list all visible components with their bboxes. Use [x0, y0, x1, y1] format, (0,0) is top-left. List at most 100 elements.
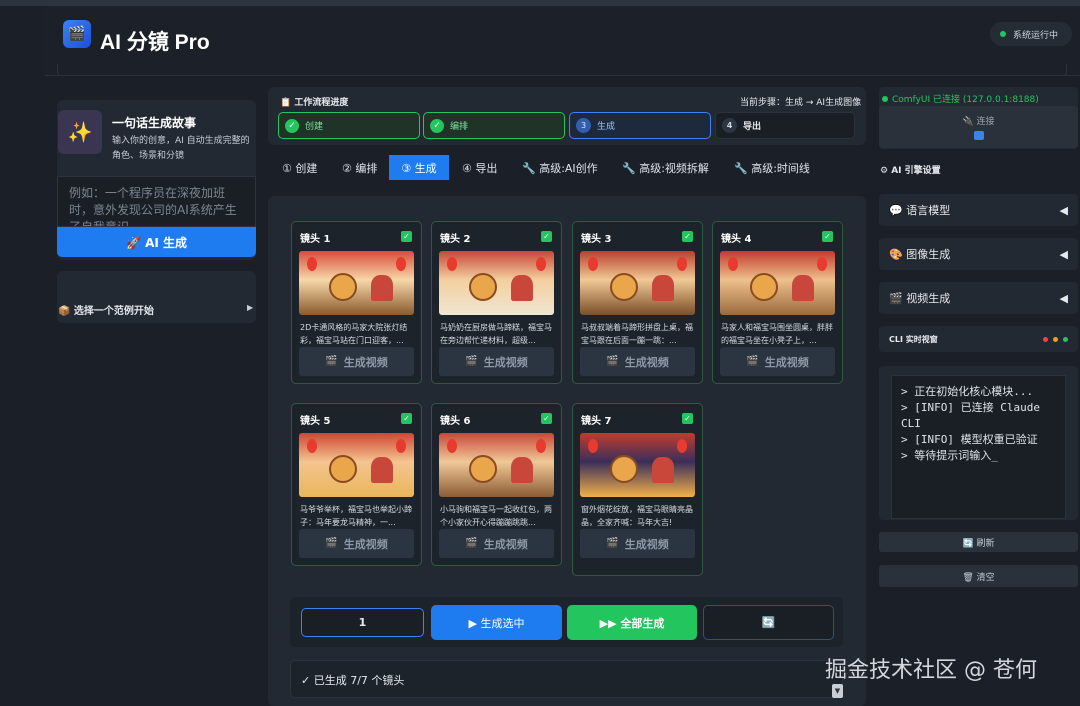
- clapperboard-icon: 🎬: [746, 356, 759, 367]
- engine-language-model[interactable]: 💬 语言模型 ◀: [879, 194, 1078, 226]
- system-status-text: 系统运行中: [1013, 30, 1059, 41]
- clapperboard-icon: 🎬: [325, 538, 338, 549]
- generate-video-button[interactable]: 🎬 生成视频: [580, 529, 695, 558]
- shot-card[interactable]: 镜头 4 ✓ 马家人和福宝马围坐圆桌，胖胖的福宝马坐在小凳子上，... 🎬 生成视频: [712, 221, 843, 384]
- shot-card[interactable]: 镜头 7 ✓ 窗外烟花绽放，福宝马眼睛亮晶晶，全家齐喊：马年大吉! 🎬 生成视频: [572, 403, 703, 576]
- selected-checkbox[interactable]: ✓: [541, 231, 552, 242]
- connect-button[interactable]: 🔌 连接: [879, 106, 1078, 148]
- step-generate[interactable]: 3 生成: [569, 112, 711, 139]
- generate-video-button[interactable]: 🎬 生成视频: [439, 347, 554, 376]
- clapperboard-icon: 🎬: [606, 538, 619, 549]
- step-export[interactable]: 4 导出: [715, 112, 855, 139]
- shot-name: 镜头 4: [721, 234, 752, 245]
- selected-checkbox[interactable]: ✓: [822, 231, 833, 242]
- shot-card[interactable]: 镜头 3 ✓ 马叔叔端着马蹄形拼盘上桌，福宝马跟在后面一蹦一跳：... 🎬 生成视频: [572, 221, 703, 384]
- step-label: 编排: [450, 122, 469, 132]
- chevron-left-icon: ◀: [1059, 203, 1068, 217]
- close-dot-icon: [1043, 336, 1048, 342]
- engine-label: 🎨 图像生成: [889, 248, 951, 261]
- tab-generate[interactable]: ③ 生成: [389, 155, 449, 180]
- shot-card[interactable]: 镜头 6 ✓ 小马驹和福宝马一起收红包，两个小家伙开心得蹦蹦跳跳... 🎬 生成视频: [431, 403, 562, 566]
- selected-checkbox[interactable]: ✓: [682, 413, 693, 424]
- generate-selected-button[interactable]: ▶ 生成选中: [431, 605, 562, 640]
- generate-video-button[interactable]: 🎬 生成视频: [439, 529, 554, 558]
- shot-number-input[interactable]: 1: [301, 608, 424, 637]
- generate-video-button[interactable]: 🎬 生成视频: [299, 529, 414, 558]
- shot-thumbnail[interactable]: [580, 433, 695, 497]
- generate-video-button[interactable]: 🎬 生成视频: [299, 347, 414, 376]
- shot-thumbnail[interactable]: [580, 251, 695, 315]
- window-controls: [1043, 336, 1068, 342]
- refresh-button[interactable]: 🔄: [703, 605, 834, 640]
- chevron-left-icon: ◀: [1059, 291, 1068, 305]
- watermark-text: 掘金技术社区 @ 苍何: [825, 658, 1037, 683]
- generate-video-button[interactable]: 🎬 生成视频: [580, 347, 695, 376]
- sparkles-icon: ✨: [58, 110, 102, 154]
- generate-video-label: 生成视频: [343, 355, 388, 369]
- app-title: AI 分镜 Pro: [100, 31, 210, 54]
- workflow-title: 📋 工作流程进度: [280, 98, 349, 108]
- maximize-dot-icon: [1063, 336, 1068, 342]
- selected-checkbox[interactable]: ✓: [401, 231, 412, 242]
- engine-label: 💬 语言模型: [889, 204, 951, 217]
- selected-checkbox[interactable]: ✓: [682, 231, 693, 242]
- generation-status: ✓ 已生成 7/7 个镜头: [290, 660, 843, 698]
- shot-name: 镜头 6: [440, 416, 471, 427]
- clapperboard-icon: 🎬: [63, 20, 91, 48]
- step-label: 创建: [305, 122, 324, 132]
- tab-ai-creation[interactable]: 🔧 高级:AI创作: [516, 155, 604, 180]
- shot-card[interactable]: 镜头 2 ✓ 马奶奶在厨房做马蹄糕，福宝马在旁边帮忙递材料，超级... 🎬 生成视频: [431, 221, 562, 384]
- step-number: 4: [722, 118, 737, 133]
- selected-checkbox[interactable]: ✓: [541, 413, 552, 424]
- shot-thumbnail[interactable]: [299, 251, 414, 315]
- cli-window-header: CLI 实时视窗: [879, 326, 1078, 352]
- shot-card[interactable]: 镜头 5 ✓ 马爷爷举杯，福宝马也举起小蹄子：马年要龙马精神，一... 🎬 生成视频: [291, 403, 422, 566]
- story-idea-input[interactable]: 例如：一个程序员在深夜加班时，意外发现公司的AI系统产生了自我意识...: [57, 176, 256, 227]
- cli-refresh-button[interactable]: 🔄 刷新: [879, 532, 1078, 552]
- clapperboard-icon: 🎬: [325, 356, 338, 367]
- step-arrange[interactable]: ✓ 编排: [423, 112, 565, 139]
- generate-video-label: 生成视频: [483, 355, 528, 369]
- tab-video-breakdown[interactable]: 🔧 高级:视频拆解: [616, 155, 715, 180]
- shot-description: 2D卡通风格的马家大院张灯结彩，福宝马站在门口迎客，...: [300, 323, 408, 345]
- clapperboard-icon: 🎬: [465, 356, 478, 367]
- step-label: 生成: [597, 122, 616, 132]
- cli-line: > 正在初始化核心模块...: [901, 385, 1034, 398]
- header-divider: [57, 64, 1067, 76]
- current-step-text: 当前步骤：生成 → AI生成图像: [740, 98, 862, 108]
- clapperboard-icon: 🎬: [606, 356, 619, 367]
- shot-name: 镜头 2: [440, 234, 471, 245]
- step-label: 导出: [743, 122, 762, 132]
- selected-checkbox[interactable]: ✓: [401, 413, 412, 424]
- shot-description: 马爷爷举杯，福宝马也举起小蹄子：马年要龙马精神，一...: [300, 505, 412, 527]
- tab-timeline[interactable]: 🔧 高级:时间线: [728, 155, 816, 180]
- shot-name: 镜头 7: [581, 416, 612, 427]
- scroll-down-icon[interactable]: ▼: [832, 684, 843, 698]
- system-status-badge: 系统运行中: [990, 22, 1072, 46]
- check-icon: ✓: [285, 118, 299, 133]
- comfyui-status-text: ComfyUI 已连接 (127.0.0.1:8188): [892, 95, 1039, 105]
- shot-thumbnail[interactable]: [439, 251, 554, 315]
- shot-thumbnail[interactable]: [439, 433, 554, 497]
- cli-clear-button[interactable]: 🗑 清空: [879, 565, 1078, 587]
- shot-thumbnail[interactable]: [720, 251, 835, 315]
- generate-all-button[interactable]: ▶▶ 全部生成: [567, 605, 697, 640]
- chevron-left-icon: ◀: [1059, 247, 1068, 261]
- cli-line: > [INFO] 模型权重已验证: [901, 433, 1038, 446]
- shot-thumbnail[interactable]: [299, 433, 414, 497]
- check-icon: ✓: [430, 118, 444, 133]
- engine-video-generation[interactable]: 🎬 视频生成 ◀: [879, 282, 1078, 314]
- step-create[interactable]: ✓ 创建: [278, 112, 420, 139]
- ai-generate-button[interactable]: 🚀 AI 生成: [57, 227, 256, 257]
- shot-card[interactable]: 镜头 1 ✓ 2D卡通风格的马家大院张灯结彩，福宝马站在门口迎客，... 🎬 生成视频: [291, 221, 422, 384]
- generate-video-button[interactable]: 🎬 生成视频: [720, 347, 835, 376]
- examples-label[interactable]: 📦 选择一个范例开始: [58, 302, 154, 317]
- generate-video-label: 生成视频: [624, 537, 669, 551]
- tab-arrange[interactable]: ② 编排: [336, 155, 383, 180]
- tab-create[interactable]: ① 创建: [276, 155, 323, 180]
- engine-image-generation[interactable]: 🎨 图像生成 ◀: [879, 238, 1078, 270]
- chevron-right-icon[interactable]: ▶: [247, 303, 253, 312]
- tab-export[interactable]: ④ 导出: [456, 155, 503, 180]
- connect-label: 🔌 连接: [962, 117, 995, 127]
- story-description: 输入你的创意，AI 自动生成完整的角色、场景和分镜: [112, 136, 250, 161]
